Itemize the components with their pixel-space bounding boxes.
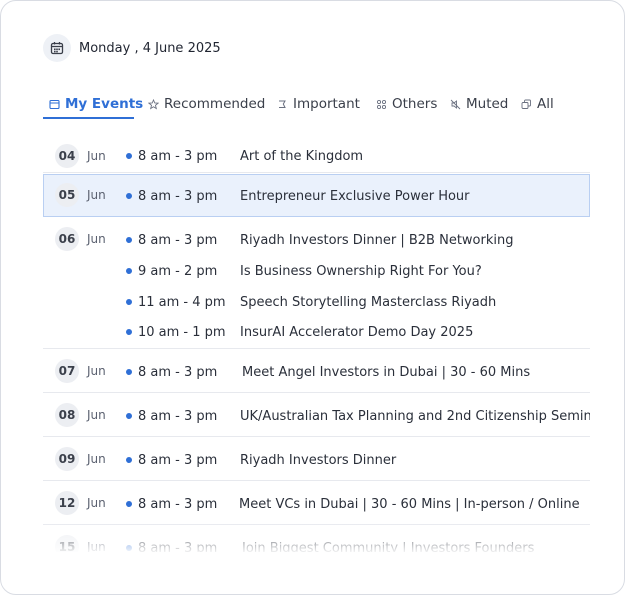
event-tabs: My Events Recommended Important Others M…: [43, 94, 588, 120]
event-title[interactable]: Is Business Ownership Right For You?: [240, 264, 482, 279]
event-time: 8 am - 3 pm: [138, 409, 218, 424]
tab-others[interactable]: Others: [375, 94, 437, 114]
date-header: Monday , 4 June 2025: [43, 34, 221, 62]
mute-icon: [449, 98, 461, 110]
event-title[interactable]: Meet VCs in Dubai | 30 - 60 Mins | In-pe…: [239, 497, 580, 512]
day-number: 06: [55, 227, 79, 251]
tab-muted[interactable]: Muted: [449, 94, 508, 114]
event-time: 8 am - 3 pm: [138, 149, 218, 164]
event-day-group: 08 Jun 8 am - 3 pm UK/Australian Tax Pla…: [43, 393, 590, 437]
flag-icon: [276, 98, 288, 110]
grid-icon: [375, 98, 387, 110]
tab-recommended[interactable]: Recommended: [147, 94, 265, 114]
month-label: Jun: [87, 188, 106, 202]
event-dot: [126, 237, 132, 243]
month-label: Jun: [87, 540, 106, 552]
day-number: 09: [55, 447, 79, 471]
event-dot: [126, 545, 132, 551]
event-day-group: 04 Jun 8 am - 3 pm Art of the Kingdom: [43, 139, 590, 173]
star-icon: [147, 98, 159, 110]
event-dot: [126, 457, 132, 463]
event-day-group: 12 Jun 8 am - 3 pm Meet VCs in Dubai | 3…: [43, 481, 590, 525]
event-title[interactable]: Riyadh Investors Dinner | B2B Networking: [240, 233, 513, 248]
event-day-group-selected: 05 Jun 8 am - 3 pm Entrepreneur Exclusiv…: [43, 174, 590, 217]
tab-label: My Events: [65, 96, 144, 112]
event-title[interactable]: Join Biggest Community | Investors Found…: [242, 541, 534, 552]
event-title[interactable]: Art of the Kingdom: [240, 149, 363, 164]
month-label: Jun: [87, 452, 106, 466]
event-time: 8 am - 3 pm: [138, 541, 218, 552]
current-date: Monday , 4 June 2025: [79, 40, 221, 56]
event-title[interactable]: Riyadh Investors Dinner: [240, 453, 396, 468]
event-time: 9 am - 2 pm: [138, 264, 218, 279]
event-dot: [126, 153, 132, 159]
month-label: Jun: [87, 232, 106, 246]
event-day-group: 09 Jun 8 am - 3 pm Riyadh Investors Dinn…: [43, 437, 590, 481]
day-number: 07: [55, 359, 79, 383]
event-day-group: 07 Jun 8 am - 3 pm Meet Angel Investors …: [43, 349, 590, 393]
day-number: 12: [55, 491, 79, 515]
event-dot: [126, 413, 132, 419]
event-title[interactable]: UK/Australian Tax Planning and 2nd Citiz…: [240, 409, 590, 424]
copy-icon: [520, 98, 532, 110]
tab-label: Muted: [466, 96, 509, 112]
event-time: 8 am - 3 pm: [138, 453, 218, 468]
event-title[interactable]: Entrepreneur Exclusive Power Hour: [240, 189, 470, 204]
day-number: 08: [55, 403, 79, 427]
event-day-group: 06 Jun 8 am - 3 pm Riyadh Investors Dinn…: [43, 217, 590, 349]
tab-important[interactable]: Important: [276, 94, 360, 114]
active-tab-indicator: [43, 117, 134, 119]
event-time: 8 am - 3 pm: [138, 189, 218, 204]
tab-my-events[interactable]: My Events: [48, 94, 143, 114]
day-number: 05: [55, 183, 79, 207]
event-dot: [126, 369, 132, 375]
event-title[interactable]: Speech Storytelling Masterclass Riyadh: [240, 295, 496, 310]
event-dot: [126, 299, 132, 305]
tab-label: Others: [392, 96, 438, 112]
month-label: Jun: [87, 364, 106, 378]
day-number: 15: [55, 535, 79, 552]
event-dot: [126, 268, 132, 274]
event-time: 11 am - 4 pm: [138, 295, 226, 310]
month-label: Jun: [87, 408, 106, 422]
event-title[interactable]: Meet Angel Investors in Dubai | 30 - 60 …: [242, 365, 530, 380]
event-dot: [126, 501, 132, 507]
event-time: 10 am - 1 pm: [138, 325, 226, 340]
calendar-small-icon: [48, 98, 60, 110]
event-list: 04 Jun 8 am - 3 pm Art of the Kingdom 05…: [43, 139, 590, 552]
tab-all[interactable]: All: [520, 94, 554, 114]
calendar-icon[interactable]: [43, 34, 71, 62]
events-card: Monday , 4 June 2025 My Events Recommend…: [0, 0, 625, 595]
tab-label: All: [537, 96, 554, 112]
event-day-group: 15 Jun 8 am - 3 pm Join Biggest Communit…: [43, 525, 590, 552]
event-time: 8 am - 3 pm: [138, 497, 218, 512]
event-title[interactable]: InsurAI Accelerator Demo Day 2025: [240, 325, 473, 340]
month-label: Jun: [87, 496, 106, 510]
day-number: 04: [55, 144, 79, 168]
tab-label: Recommended: [164, 96, 266, 112]
event-time: 8 am - 3 pm: [138, 365, 218, 380]
event-dot: [126, 193, 132, 199]
event-time: 8 am - 3 pm: [138, 233, 218, 248]
month-label: Jun: [87, 149, 106, 163]
event-dot: [126, 329, 132, 335]
tab-label: Important: [293, 96, 360, 112]
